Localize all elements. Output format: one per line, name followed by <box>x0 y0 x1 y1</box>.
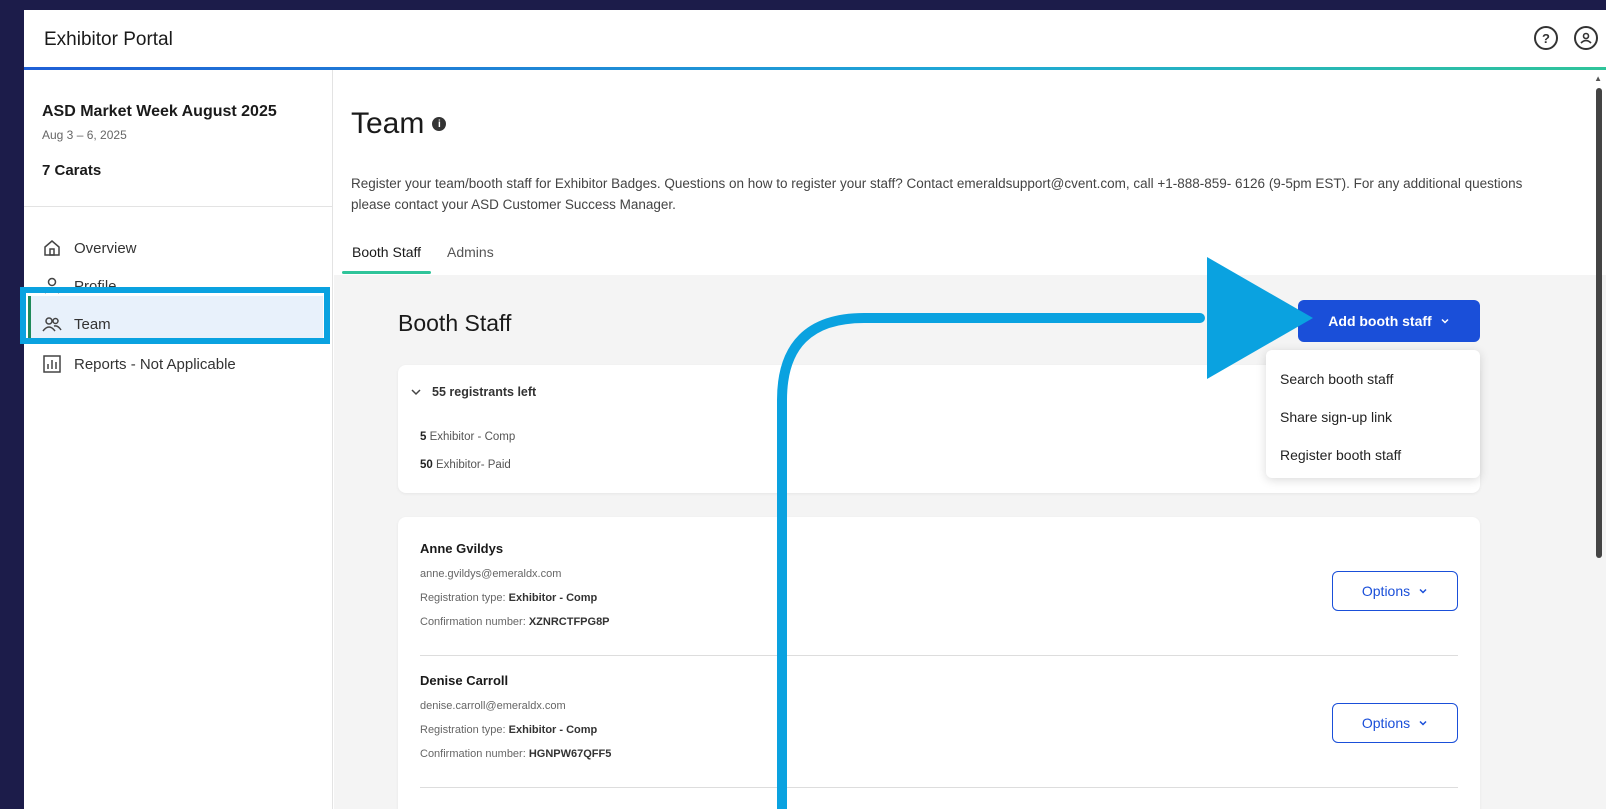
sidebar: ASD Market Week August 2025 Aug 3 – 6, 2… <box>24 70 333 809</box>
registrants-toggle[interactable]: 55 registrants left <box>410 385 536 399</box>
registration-count-line: 50 Exhibitor- Paid <box>420 459 511 471</box>
field-value: Exhibitor - Comp <box>508 724 598 736</box>
field-label: Confirmation number: <box>420 616 526 628</box>
scroll-up-icon[interactable]: ▲ <box>1594 74 1602 83</box>
staff-confirmation: Confirmation number: XZNRCTFPG8P <box>420 616 610 628</box>
add-booth-staff-button[interactable]: Add booth staff <box>1298 300 1480 342</box>
sidebar-item-reports[interactable]: Reports - Not Applicable <box>42 354 236 374</box>
options-button[interactable]: Options <box>1332 571 1458 611</box>
staff-entry: Anne Gvildys anne.gvildys@emeraldx.com R… <box>420 541 610 628</box>
count-value: 50 <box>420 459 433 471</box>
tab-booth-staff[interactable]: Booth Staff <box>342 232 432 274</box>
tab-admins[interactable]: Admins <box>437 232 504 274</box>
options-button[interactable]: Options <box>1332 703 1458 743</box>
chevron-down-icon <box>1441 318 1449 324</box>
page-description: Register your team/booth staff for Exhib… <box>351 176 1523 212</box>
field-value: HGNPW67QFF5 <box>528 748 612 760</box>
staff-entry: Denise Carroll denise.carroll@emeraldx.c… <box>420 673 611 760</box>
page-title: Team i <box>351 107 447 141</box>
add-staff-dropdown-menu: Search booth staff Share sign-up link Re… <box>1266 350 1480 478</box>
options-label: Options <box>1361 715 1411 731</box>
top-bar: Exhibitor Portal ? <box>24 10 1606 68</box>
staff-confirmation: Confirmation number: HGNPW67QFF5 <box>420 748 611 760</box>
field-value: XZNRCTFPG8P <box>528 616 610 628</box>
account-icon[interactable] <box>1574 26 1598 50</box>
page-title-text: Team <box>351 107 425 140</box>
staff-list-card: Anne Gvildys anne.gvildys@emeraldx.com R… <box>398 517 1480 809</box>
team-highlight-annotation <box>20 287 330 344</box>
staff-email: denise.carroll@emeraldx.com <box>420 700 566 712</box>
home-icon <box>44 240 60 256</box>
staff-registration-type: Registration type: Exhibitor - Comp <box>420 592 610 604</box>
chevron-down-icon <box>411 389 421 396</box>
sidebar-item-label: Reports - Not Applicable <box>74 355 236 373</box>
scrollbar-thumb[interactable] <box>1596 88 1602 558</box>
registration-count-line: 5 Exhibitor - Comp <box>420 431 515 443</box>
count-label: Exhibitor- Paid <box>436 459 511 471</box>
staff-divider <box>420 787 1458 788</box>
section-title: Booth Staff <box>398 310 512 336</box>
staff-divider <box>420 655 1458 656</box>
main-content: Team i Register your team/booth staff fo… <box>334 70 1606 809</box>
event-dates: Aug 3 – 6, 2025 <box>42 128 127 142</box>
field-label: Confirmation number: <box>420 748 526 760</box>
count-label: Exhibitor - Comp <box>429 431 516 443</box>
sidebar-item-label: Overview <box>74 239 137 257</box>
staff-email: anne.gvildys@emeraldx.com <box>420 568 562 580</box>
menu-item-share-sign-up-link[interactable]: Share sign-up link <box>1266 398 1480 436</box>
event-name: ASD Market Week August 2025 <box>42 103 277 120</box>
help-icon[interactable]: ? <box>1534 26 1558 50</box>
options-label: Options <box>1361 583 1411 599</box>
menu-item-register-booth-staff[interactable]: Register booth staff <box>1266 436 1480 474</box>
registrants-left: 55 registrants left <box>432 385 537 399</box>
field-label: Registration type: <box>420 724 506 736</box>
add-button-label: Add booth staff <box>1328 313 1432 329</box>
info-icon[interactable]: i <box>432 117 447 131</box>
field-value: Exhibitor - Comp <box>508 592 598 604</box>
tab-bar: Booth Staff Admins <box>342 232 510 274</box>
sidebar-item-overview[interactable]: Overview <box>42 238 137 258</box>
menu-item-search-booth-staff[interactable]: Search booth staff <box>1266 360 1480 398</box>
page-header: Team i Register your team/booth staff fo… <box>334 70 1606 275</box>
portal-title: Exhibitor Portal <box>44 29 173 50</box>
app-window: Exhibitor Portal ? ASD Market Week Augus… <box>24 10 1606 809</box>
chevron-down-icon <box>1419 720 1427 726</box>
bar-chart-icon <box>43 355 61 373</box>
count-value: 5 <box>420 431 427 443</box>
chevron-down-icon <box>1419 588 1427 594</box>
sidebar-divider <box>24 206 333 207</box>
staff-name: Anne Gvildys <box>420 541 504 556</box>
staff-name: Denise Carroll <box>420 673 509 688</box>
staff-registration-type: Registration type: Exhibitor - Comp <box>420 724 611 736</box>
field-label: Registration type: <box>420 592 506 604</box>
company-name: 7 Carats <box>42 162 102 179</box>
